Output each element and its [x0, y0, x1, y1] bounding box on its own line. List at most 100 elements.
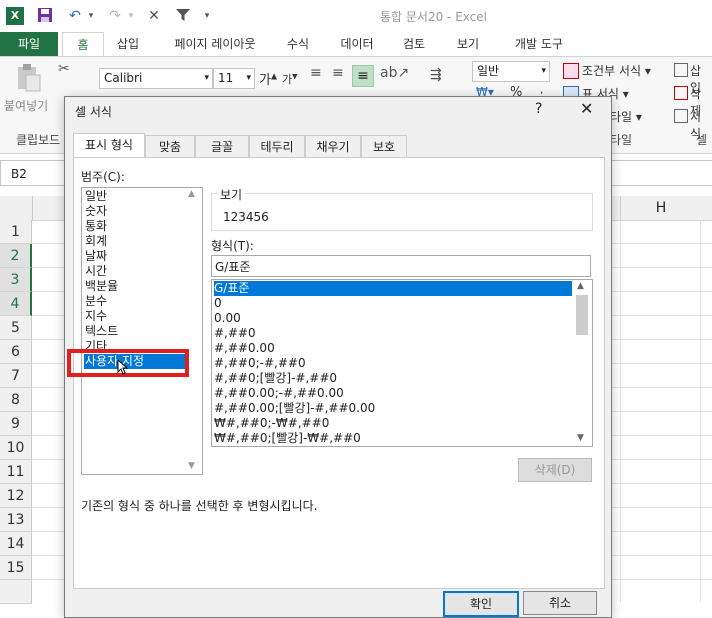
- format-type-input[interactable]: G/표준: [211, 255, 591, 277]
- tab-formulas[interactable]: 수식: [280, 32, 316, 56]
- row-header[interactable]: 8: [0, 388, 32, 412]
- row-header[interactable]: 12: [0, 484, 32, 508]
- tab-home[interactable]: 홈: [62, 32, 104, 57]
- close-icon[interactable]: ✕: [580, 99, 593, 118]
- category-item[interactable]: 시간: [85, 264, 107, 279]
- grid-line: [620, 220, 621, 602]
- font-size-value: 11: [218, 71, 234, 85]
- tab-alignment[interactable]: 맞춤: [145, 135, 195, 158]
- format-item[interactable]: #,##0: [214, 326, 256, 341]
- format-item[interactable]: #,##0.00: [214, 341, 275, 356]
- format-list[interactable]: G/표준 0 0.00 #,##0 #,##0.00 #,##0;-#,##0 …: [211, 279, 593, 447]
- number-format-value: 일반: [477, 64, 500, 78]
- delete-format-button[interactable]: 삭제(D): [518, 458, 592, 482]
- column-header-h[interactable]: H: [620, 196, 701, 220]
- row-header[interactable]: 11: [0, 460, 32, 484]
- format-item[interactable]: #,##0.00;[빨강]-#,##0.00: [214, 401, 375, 416]
- align-top-icon[interactable]: ≡: [310, 65, 322, 81]
- select-all-corner[interactable]: [0, 196, 33, 220]
- row-header[interactable]: 6: [0, 340, 32, 364]
- wrap-text-icon[interactable]: ⇶: [430, 67, 442, 83]
- tab-number[interactable]: 표시 형식: [73, 133, 145, 158]
- row-header[interactable]: 3: [0, 268, 32, 292]
- row-header[interactable]: 7: [0, 364, 32, 388]
- cells-group-label: 셀: [696, 133, 708, 147]
- category-item[interactable]: 지수: [85, 309, 107, 324]
- category-item[interactable]: 통화: [85, 219, 107, 234]
- font-size-box[interactable]: 11 ▾: [213, 68, 255, 89]
- scroll-thumb[interactable]: [576, 295, 588, 335]
- row-header[interactable]: 15: [0, 556, 32, 580]
- tab-font[interactable]: 글꼴: [195, 135, 249, 158]
- tab-file[interactable]: 파일: [0, 32, 58, 56]
- category-item[interactable]: 숫자: [85, 204, 107, 219]
- row-header[interactable]: 10: [0, 436, 32, 460]
- tab-page-layout[interactable]: 페이지 레이아웃: [160, 32, 270, 56]
- tab-protection[interactable]: 보호: [361, 135, 407, 158]
- increase-font-icon[interactable]: 가▲: [259, 69, 277, 88]
- scroll-up-icon[interactable]: ▲: [188, 189, 195, 199]
- tab-insert[interactable]: 삽입: [110, 32, 146, 56]
- font-name-box[interactable]: Calibri ▾: [99, 68, 213, 89]
- customize-toolbar-icon[interactable]: ▾: [202, 7, 212, 25]
- category-item[interactable]: 분수: [85, 294, 107, 309]
- close-x-icon[interactable]: ✕: [146, 7, 162, 25]
- row-header[interactable]: 14: [0, 532, 32, 556]
- scroll-down-icon[interactable]: ▼: [577, 433, 584, 443]
- format-scrollbar[interactable]: ▲ ▼: [574, 281, 590, 443]
- category-item[interactable]: 날짜: [85, 249, 107, 264]
- category-list[interactable]: 일반 숫자 통화 회계 날짜 시간 백분율 분수 지수 텍스트 기타 사용자 지…: [81, 187, 203, 475]
- save-icon[interactable]: [36, 7, 54, 25]
- tab-developer[interactable]: 개발 도구: [504, 32, 574, 56]
- conditional-format-button[interactable]: 조건부 서식 ▾: [582, 62, 651, 79]
- row-header[interactable]: [0, 580, 32, 604]
- cut-icon[interactable]: ✂: [58, 61, 70, 77]
- format-item[interactable]: 0: [214, 296, 222, 311]
- format-item[interactable]: ₩#,##0;[빨강]-₩#,##0: [214, 431, 361, 446]
- help-icon[interactable]: ?: [535, 101, 542, 117]
- ok-button[interactable]: 확인: [443, 591, 519, 617]
- format-item-selected[interactable]: G/표준: [214, 281, 572, 296]
- tab-data[interactable]: 데이터: [332, 32, 382, 56]
- align-middle-icon[interactable]: ≡: [332, 65, 344, 81]
- format-item[interactable]: #,##0.00;-#,##0.00: [214, 386, 344, 401]
- category-item[interactable]: 텍스트: [85, 324, 118, 339]
- row-header[interactable]: 5: [0, 316, 32, 340]
- name-box[interactable]: B2: [0, 160, 70, 186]
- redo-icon[interactable]: ↷: [106, 7, 124, 25]
- category-item[interactable]: 일반: [85, 189, 107, 204]
- format-item[interactable]: 0.00: [214, 311, 241, 326]
- redo-dropdown-icon[interactable]: ▾: [126, 7, 136, 25]
- row-header[interactable]: 13: [0, 508, 32, 532]
- paste-label[interactable]: 붙여넣기: [4, 97, 48, 114]
- number-format-box[interactable]: 일반 ▾: [472, 61, 550, 82]
- decrease-font-icon[interactable]: 가▼: [282, 71, 298, 87]
- format-item[interactable]: ₩#,##0;-₩#,##0: [214, 416, 329, 431]
- conditional-format-label: 조건부 서식: [582, 64, 642, 78]
- tab-review[interactable]: 검토: [396, 32, 432, 56]
- category-scrollbar[interactable]: ▲ ▼: [186, 189, 200, 471]
- tab-border[interactable]: 테두리: [249, 135, 305, 158]
- tab-fill[interactable]: 채우기: [305, 135, 361, 158]
- comma-icon[interactable]: ,: [540, 85, 543, 96]
- row-header[interactable]: 4: [0, 292, 32, 316]
- format-item[interactable]: #,##0;-#,##0: [214, 356, 306, 371]
- category-item[interactable]: 백분율: [85, 279, 118, 294]
- row-header[interactable]: 1: [0, 220, 32, 244]
- category-item[interactable]: 회계: [85, 234, 107, 249]
- paste-icon[interactable]: [14, 63, 44, 93]
- scroll-down-icon[interactable]: ▼: [188, 461, 195, 471]
- orientation-icon[interactable]: ab↗: [380, 65, 409, 81]
- tab-view[interactable]: 보기: [450, 32, 486, 56]
- scroll-up-icon[interactable]: ▲: [577, 281, 584, 291]
- row-header[interactable]: 9: [0, 412, 32, 436]
- undo-icon[interactable]: ↶: [66, 7, 84, 25]
- filter-icon[interactable]: [174, 7, 192, 25]
- cell-styles-button[interactable]: 타일 ▾: [610, 108, 642, 125]
- format-item[interactable]: #,##0;[빨강]-#,##0: [214, 371, 337, 386]
- undo-dropdown-icon[interactable]: ▾: [86, 7, 96, 25]
- sample-value: 123456: [223, 210, 269, 224]
- row-header[interactable]: 2: [0, 244, 32, 268]
- align-bottom-icon[interactable]: ≡: [352, 65, 374, 87]
- cancel-button[interactable]: 취소: [523, 591, 597, 615]
